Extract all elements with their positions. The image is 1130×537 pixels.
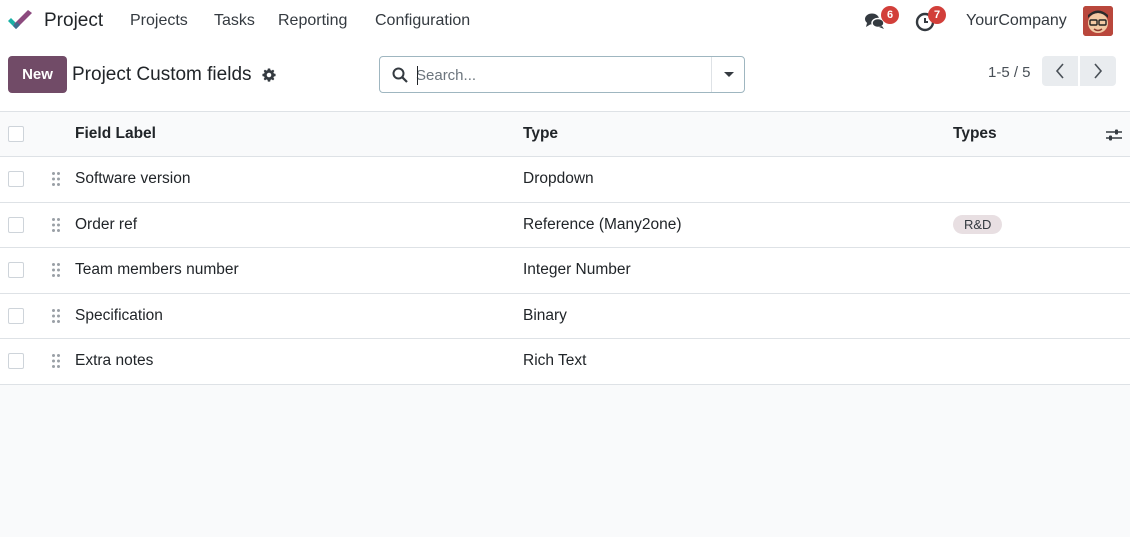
user-avatar[interactable] — [1083, 6, 1113, 36]
pager-next-button[interactable] — [1080, 56, 1116, 86]
control-panel: New Project Custom fields 1-5 / 5 — [0, 42, 1130, 112]
gear-icon[interactable] — [262, 68, 276, 82]
drag-handle-icon[interactable] — [51, 262, 61, 278]
pager-previous-button[interactable] — [1042, 56, 1078, 86]
search-input[interactable] — [416, 64, 706, 86]
field-types: R&D — [953, 203, 1003, 248]
text-cursor — [417, 66, 418, 85]
drag-handle-icon[interactable] — [51, 171, 61, 187]
table-row[interactable]: Software version Dropdown — [0, 157, 1130, 203]
field-label: Software version — [75, 170, 191, 188]
app-name[interactable]: Project — [44, 10, 103, 32]
field-type: Binary — [523, 306, 567, 324]
optional-columns-sliders-icon[interactable] — [1105, 127, 1123, 143]
top-navbar: Project Projects Tasks Reporting Configu… — [0, 0, 1130, 42]
search-options-toggle[interactable] — [711, 57, 744, 92]
menu-reporting[interactable]: Reporting — [278, 12, 347, 30]
field-label: Team members number — [75, 261, 239, 279]
table-row[interactable]: Order ref Reference (Many2one) R&D — [0, 202, 1130, 248]
row-checkbox[interactable] — [8, 353, 24, 370]
activities-count-badge: 7 — [928, 6, 946, 24]
menu-projects[interactable]: Projects — [130, 12, 188, 30]
chevron-left-icon — [1055, 63, 1064, 79]
user-avatar-icon — [1083, 6, 1113, 36]
row-checkbox[interactable] — [8, 307, 24, 324]
pager-value[interactable]: 1-5 / 5 — [988, 64, 1031, 81]
row-checkbox[interactable] — [8, 216, 24, 233]
new-button[interactable]: New — [8, 56, 67, 93]
drag-handle-icon[interactable] — [51, 217, 61, 233]
field-label: Specification — [75, 306, 163, 324]
select-all-checkbox[interactable] — [8, 126, 24, 142]
field-label: Order ref — [75, 215, 138, 233]
types-tag: R&D — [953, 215, 1003, 235]
column-header-field-label[interactable]: Field Label — [75, 112, 156, 156]
table-row[interactable]: Extra notes Rich Text — [0, 339, 1130, 385]
page-title: Project Custom fields — [72, 64, 252, 85]
drag-handle-icon[interactable] — [51, 308, 61, 324]
table-row[interactable]: Specification Binary — [0, 293, 1130, 339]
search-icon — [392, 67, 408, 83]
row-checkbox[interactable] — [8, 262, 24, 279]
search-bar[interactable] — [379, 56, 745, 93]
custom-fields-list: Field Label Type Types Software version … — [0, 112, 1130, 385]
table-row[interactable]: Team members number Integer Number — [0, 248, 1130, 294]
drag-handle-icon[interactable] — [51, 353, 61, 369]
field-type: Rich Text — [523, 352, 587, 370]
messages-count-badge: 6 — [881, 6, 899, 24]
list-header: Field Label Type Types — [0, 112, 1130, 157]
menu-tasks[interactable]: Tasks — [214, 12, 255, 30]
field-label: Extra notes — [75, 352, 154, 370]
field-type: Reference (Many2one) — [523, 215, 682, 233]
column-header-types[interactable]: Types — [953, 112, 997, 156]
menu-configuration[interactable]: Configuration — [375, 12, 470, 30]
project-logo-icon[interactable] — [7, 9, 33, 33]
field-type: Dropdown — [523, 170, 594, 188]
field-type: Integer Number — [523, 261, 631, 279]
row-checkbox[interactable] — [8, 171, 24, 188]
column-header-type[interactable]: Type — [523, 112, 558, 156]
company-switcher[interactable]: YourCompany — [966, 12, 1067, 30]
chevron-right-icon — [1094, 63, 1103, 79]
chevron-down-icon — [724, 72, 734, 77]
